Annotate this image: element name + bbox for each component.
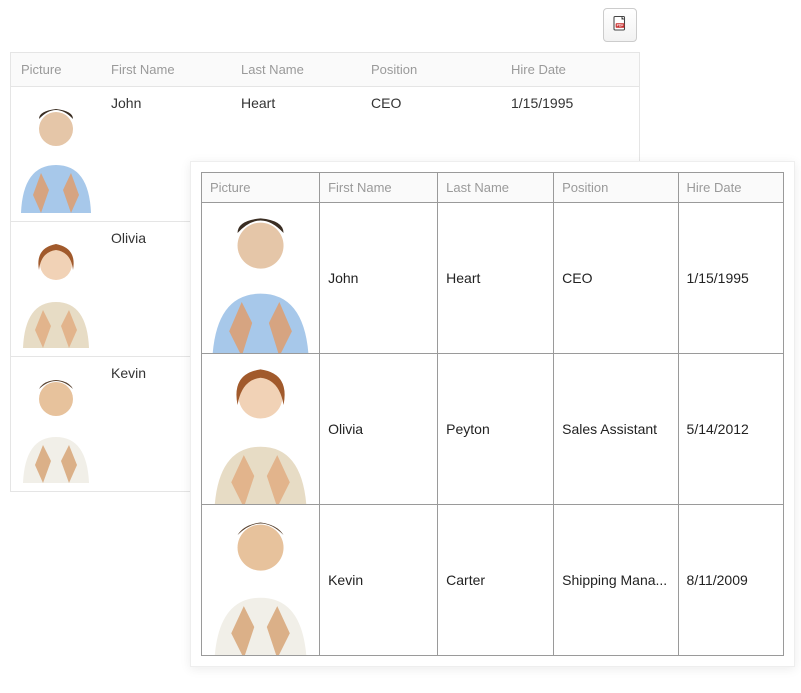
export-pdf-button[interactable]: PDF — [603, 8, 637, 42]
preview-header-row: Picture First Name Last Name Position Hi… — [202, 173, 784, 203]
cell-first-name: John — [320, 203, 438, 354]
exported-preview-grid: Picture First Name Last Name Position Hi… — [190, 161, 795, 667]
col-header-picture[interactable]: Picture — [11, 62, 101, 77]
cell-position: Sales Assistant — [554, 354, 678, 505]
cell-last-name: Carter — [438, 505, 554, 656]
avatar — [21, 365, 91, 483]
col-header-last-name[interactable]: Last Name — [231, 62, 361, 77]
col-header-hire-date[interactable]: Hire Date — [501, 62, 631, 77]
cell-hire-date: 1/15/1995 — [501, 87, 631, 119]
table-row: Olivia Peyton Sales Assistant 5/14/2012 — [202, 354, 784, 505]
col-header-first-name[interactable]: First Name — [101, 62, 231, 77]
col-header-picture: Picture — [202, 173, 320, 203]
avatar — [202, 203, 319, 353]
table-row: Kevin Carter Shipping Mana... 8/11/2009 — [202, 505, 784, 656]
cell-last-name: Peyton — [438, 354, 554, 505]
table-row: John Heart CEO 1/15/1995 — [202, 203, 784, 354]
cell-hire-date: 1/15/1995 — [678, 203, 783, 354]
avatar — [202, 505, 319, 655]
cell-last-name: Heart — [231, 87, 361, 119]
avatar — [21, 95, 91, 213]
svg-text:PDF: PDF — [617, 23, 624, 27]
col-header-position: Position — [554, 173, 678, 203]
cell-hire-date: 8/11/2009 — [678, 505, 783, 656]
cell-position: Shipping Mana... — [554, 505, 678, 656]
cell-first-name: John — [101, 87, 231, 119]
cell-position: CEO — [554, 203, 678, 354]
cell-hire-date: 5/14/2012 — [678, 354, 783, 505]
col-header-hire-date: Hire Date — [678, 173, 783, 203]
col-header-position[interactable]: Position — [361, 62, 501, 77]
col-header-last-name: Last Name — [438, 173, 554, 203]
grid-header-row: Picture First Name Last Name Position Hi… — [11, 53, 639, 87]
col-header-first-name: First Name — [320, 173, 438, 203]
cell-last-name: Heart — [438, 203, 554, 354]
cell-first-name: Kevin — [320, 505, 438, 656]
avatar — [202, 354, 319, 504]
cell-position: CEO — [361, 87, 501, 119]
preview-table: Picture First Name Last Name Position Hi… — [201, 172, 784, 656]
cell-first-name: Olivia — [320, 354, 438, 505]
pdf-icon: PDF — [611, 15, 629, 36]
avatar — [21, 230, 91, 348]
